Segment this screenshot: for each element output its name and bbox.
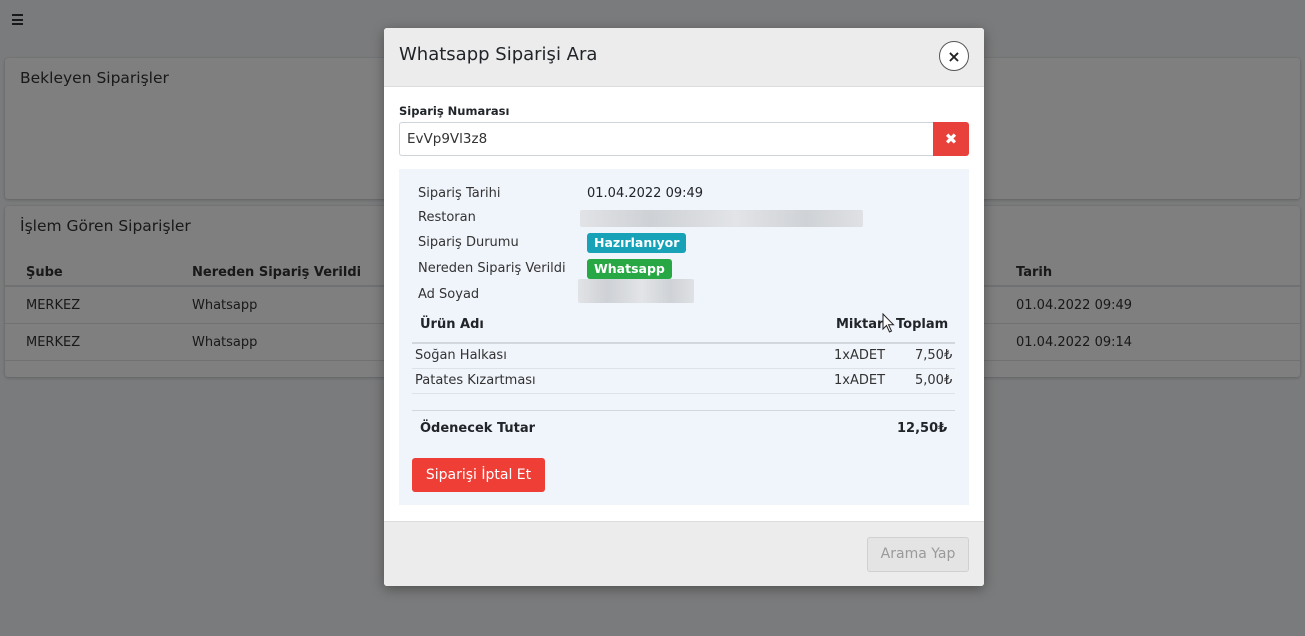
order-status-label: Sipariş Durumu [418,235,519,250]
source-badge: Whatsapp [587,259,672,279]
status-badge: Hazırlanıyor [587,233,687,253]
quantity-header: Miktar [836,317,884,332]
modal-body: Sipariş Numarası ✖ Sipariş Tarihi 01.04.… [384,87,984,521]
modal-title: Whatsapp Siparişi Ara [399,44,598,65]
product-name-header: Ürün Adı [420,317,484,332]
search-button[interactable]: Arama Yap [867,537,969,572]
product-quantity: 1xADET [834,373,886,388]
total-header: Toplam [896,317,949,332]
customer-name-redacted [578,279,694,303]
mouse-cursor-icon [882,313,895,333]
restaurant-value-redacted [580,210,863,227]
close-icon[interactable]: × [939,41,969,71]
product-name: Soğan Halkası [415,348,507,363]
product-quantity: 1xADET [834,348,886,363]
modal-header: Whatsapp Siparişi Ara × [384,28,984,87]
order-date-label: Sipariş Tarihi [418,186,501,201]
total-amount-value: 12,50₺ [897,421,948,436]
whatsapp-order-search-modal: Whatsapp Siparişi Ara × Sipariş Numarası… [384,28,984,586]
order-number-label: Sipariş Numarası [399,104,510,118]
cancel-order-button[interactable]: Siparişi İptal Et [412,458,545,492]
product-total: 7,50₺ [915,348,953,363]
product-name: Patates Kızartması [415,373,536,388]
list-item: Patates Kızartması 1xADET 5,00₺ [412,369,955,394]
order-date-value: 01.04.2022 09:49 [587,186,704,201]
restaurant-label: Restoran [418,210,476,225]
divider [412,410,955,411]
list-item: Soğan Halkası 1xADET 7,50₺ [412,344,955,369]
total-amount-label: Ödenecek Tutar [420,421,536,436]
modal-footer: Arama Yap [384,521,984,586]
product-total: 5,00₺ [915,373,953,388]
order-number-input[interactable] [399,122,934,156]
items-table-header: Ürün Adı Miktar Toplam [412,315,955,344]
order-detail-panel: Sipariş Tarihi 01.04.2022 09:49 Restoran… [399,169,969,505]
clear-icon[interactable]: ✖ [933,122,969,156]
order-source-label: Nereden Sipariş Verildi [418,261,566,276]
customer-name-label: Ad Soyad [418,287,480,302]
